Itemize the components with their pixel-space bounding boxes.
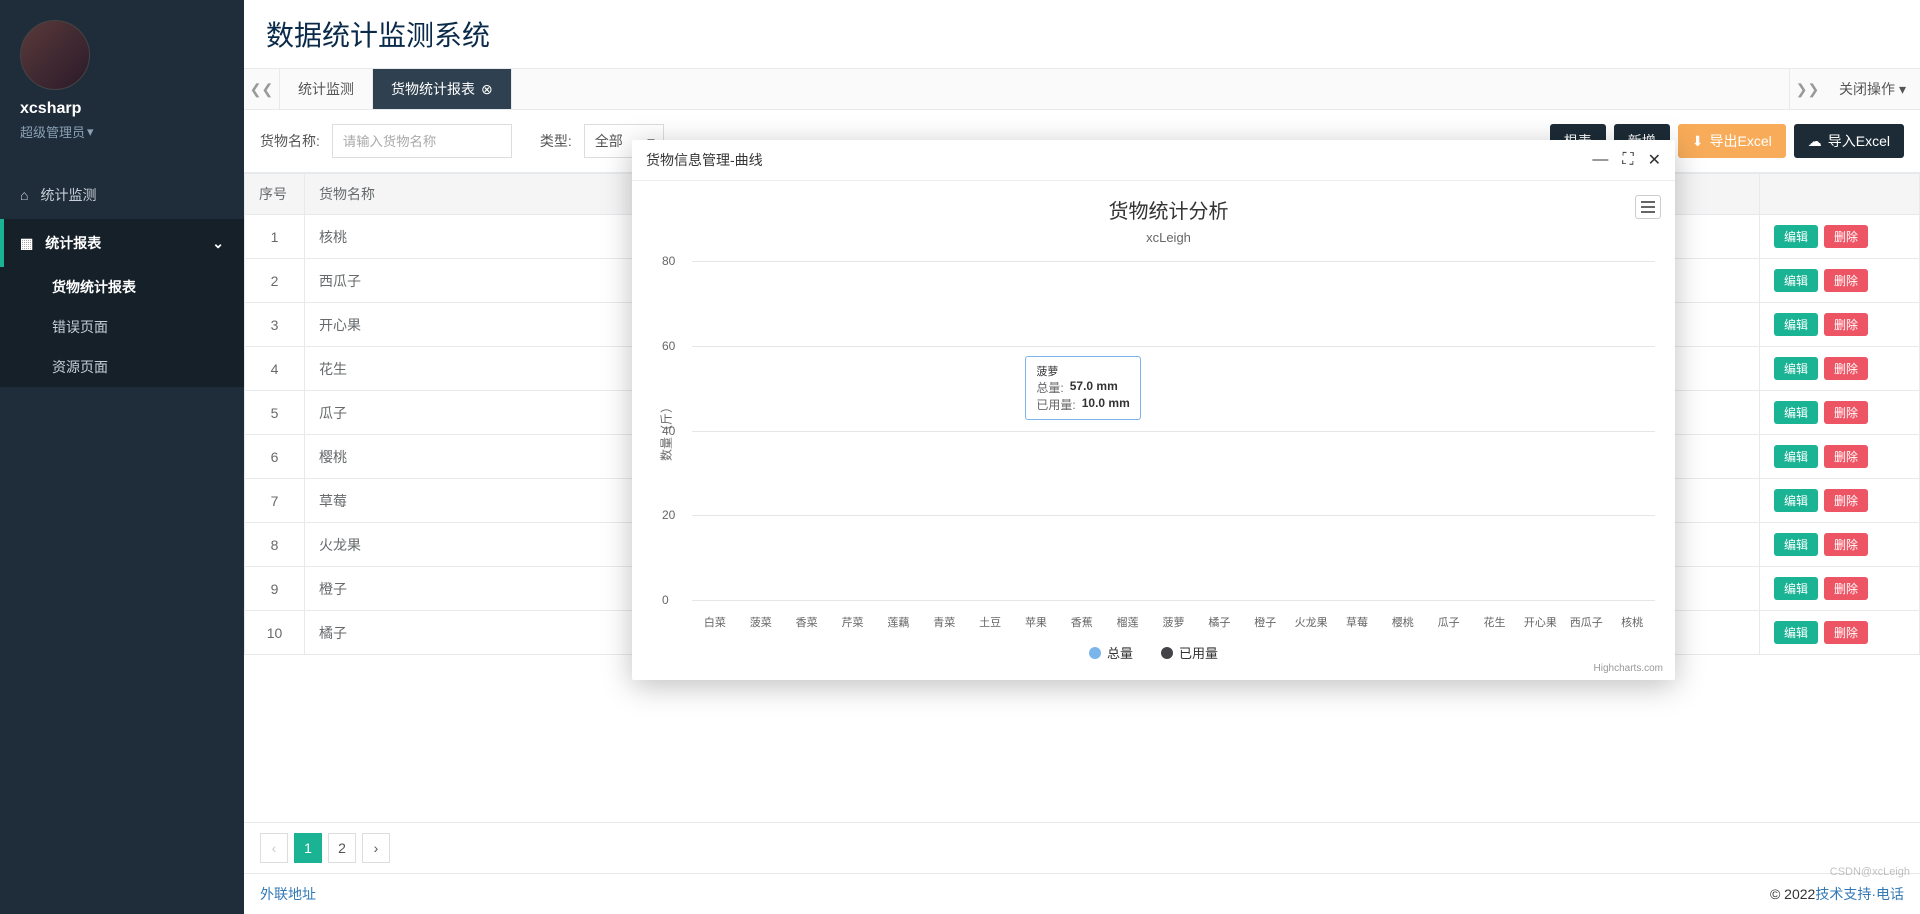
sub-item-resource-page[interactable]: 资源页面 <box>0 347 244 387</box>
export-button[interactable]: ⬇ 导出Excel <box>1678 124 1786 158</box>
name-label: 货物名称: <box>260 131 320 151</box>
delete-button[interactable]: 删除 <box>1824 357 1868 380</box>
sub-item-goods-report[interactable]: 货物统计报表 <box>0 267 244 307</box>
maximize-icon[interactable]: ⛶ <box>1622 151 1633 169</box>
delete-button[interactable]: 删除 <box>1824 621 1868 644</box>
legend-used[interactable]: 已用量 <box>1161 643 1218 662</box>
chevron-down-icon: ▾ <box>1899 81 1906 98</box>
type-label: 类型: <box>540 131 572 151</box>
close-operations-dropdown[interactable]: 关闭操作 ▾ <box>1825 69 1920 109</box>
delete-button[interactable]: 删除 <box>1824 533 1868 556</box>
edit-button[interactable]: 编辑 <box>1774 489 1818 512</box>
chevron-down-icon: ⌄ <box>212 235 224 252</box>
minimize-icon[interactable]: — <box>1592 151 1608 169</box>
profile-block: xcsharp 超级管理员 ▾ <box>0 0 244 151</box>
modal-titlebar[interactable]: 货物信息管理-曲线 — ⛶ ✕ <box>632 140 1675 181</box>
avatar[interactable] <box>20 20 90 90</box>
edit-button[interactable]: 编辑 <box>1774 313 1818 336</box>
pagination: ‹ 1 2 › <box>244 822 1920 873</box>
delete-button[interactable]: 删除 <box>1824 313 1868 336</box>
sidebar: xcsharp 超级管理员 ▾ ⌂ 统计监测 ▦ 统计报表 ⌄ 货物统计报表 错… <box>0 0 244 914</box>
edit-button[interactable]: 编辑 <box>1774 269 1818 292</box>
delete-button[interactable]: 删除 <box>1824 401 1868 424</box>
nav-item-monitor[interactable]: ⌂ 统计监测 <box>0 171 244 219</box>
copyright-prefix: © 2022 <box>1770 886 1815 902</box>
chart-menu-button[interactable] <box>1635 195 1661 219</box>
username: xcsharp <box>20 100 224 118</box>
chart-tooltip: 菠萝总量:57.0 mm已用量:10.0 mm <box>1025 356 1140 420</box>
legend-total[interactable]: 总量 <box>1089 643 1133 662</box>
delete-button[interactable]: 删除 <box>1824 445 1868 468</box>
sub-item-error-page[interactable]: 错误页面 <box>0 307 244 347</box>
col-actions <box>1760 174 1920 215</box>
close-icon[interactable]: ⊗ <box>481 81 493 98</box>
nav-item-report[interactable]: ▦ 统计报表 ⌄ <box>0 219 244 267</box>
delete-button[interactable]: 删除 <box>1824 269 1868 292</box>
close-icon[interactable]: ✕ <box>1648 150 1661 170</box>
delete-button[interactable]: 删除 <box>1824 225 1868 248</box>
plot-area[interactable]: 020406080菠萝总量:57.0 mm已用量:10.0 mm <box>692 261 1655 600</box>
legend: 总量 已用量 <box>632 643 1675 662</box>
edit-button[interactable]: 编辑 <box>1774 445 1818 468</box>
footer: 外联地址 © 2022 技术支持·电话 <box>244 873 1920 914</box>
chart-subtitle: xcLeigh <box>676 230 1661 245</box>
goods-name-input[interactable] <box>332 124 512 158</box>
tab-goods-report[interactable]: 货物统计报表 ⊗ <box>373 69 512 109</box>
delete-button[interactable]: 删除 <box>1824 577 1868 600</box>
external-link[interactable]: 外联地址 <box>260 884 316 904</box>
page-prev[interactable]: ‹ <box>260 833 288 863</box>
edit-button[interactable]: 编辑 <box>1774 401 1818 424</box>
legend-dot-icon <box>1089 647 1101 659</box>
edit-button[interactable]: 编辑 <box>1774 225 1818 248</box>
page-1[interactable]: 1 <box>294 833 322 863</box>
edit-button[interactable]: 编辑 <box>1774 357 1818 380</box>
nav: ⌂ 统计监测 ▦ 统计报表 ⌄ 货物统计报表 错误页面 资源页面 <box>0 171 244 387</box>
chart-modal: 货物信息管理-曲线 — ⛶ ✕ 货物统计分析 xcLeigh 数量（斤） 020… <box>632 140 1675 680</box>
delete-button[interactable]: 删除 <box>1824 489 1868 512</box>
chart-area: 货物统计分析 xcLeigh 数量（斤） 020406080菠萝总量:57.0 … <box>632 181 1675 680</box>
chart-credits: Highcharts.com <box>1594 663 1663 674</box>
upload-icon: ☁ <box>1808 133 1822 150</box>
page-title: 数据统计监测系统 <box>244 0 1920 69</box>
x-axis-labels: 白菜菠菜香菜芹菜莲藕青菜土豆苹果香蕉榴莲菠萝橘子橙子火龙果草莓樱桃瓜子花生开心果… <box>692 614 1655 630</box>
edit-button[interactable]: 编辑 <box>1774 621 1818 644</box>
edit-button[interactable]: 编辑 <box>1774 577 1818 600</box>
modal-title-text: 货物信息管理-曲线 <box>646 150 763 170</box>
main: 数据统计监测系统 ❮❮ 统计监测 货物统计报表 ⊗ ❯❯ 关闭操作 ▾ 货物名称… <box>244 0 1920 914</box>
page-next[interactable]: › <box>362 833 390 863</box>
chevron-down-icon: ▾ <box>87 124 94 140</box>
tab-scroll-right[interactable]: ❯❯ <box>1789 69 1825 109</box>
home-icon: ⌂ <box>20 187 28 203</box>
col-seq: 序号 <box>245 174 305 215</box>
import-button[interactable]: ☁ 导入Excel <box>1794 124 1904 158</box>
tab-scroll-left[interactable]: ❮❮ <box>244 69 280 109</box>
support-link[interactable]: 技术支持·电话 <box>1815 884 1904 904</box>
sub-nav: 货物统计报表 错误页面 资源页面 <box>0 267 244 387</box>
tabbar: ❮❮ 统计监测 货物统计报表 ⊗ ❯❯ 关闭操作 ▾ <box>244 69 1920 110</box>
grid-icon: ▦ <box>20 235 33 252</box>
page-2[interactable]: 2 <box>328 833 356 863</box>
download-icon: ⬇ <box>1692 133 1704 150</box>
tab-monitor[interactable]: 统计监测 <box>280 69 373 109</box>
legend-dot-icon <box>1161 647 1173 659</box>
edit-button[interactable]: 编辑 <box>1774 533 1818 556</box>
chart-title: 货物统计分析 <box>676 195 1661 224</box>
role-dropdown[interactable]: 超级管理员 ▾ <box>20 122 224 141</box>
